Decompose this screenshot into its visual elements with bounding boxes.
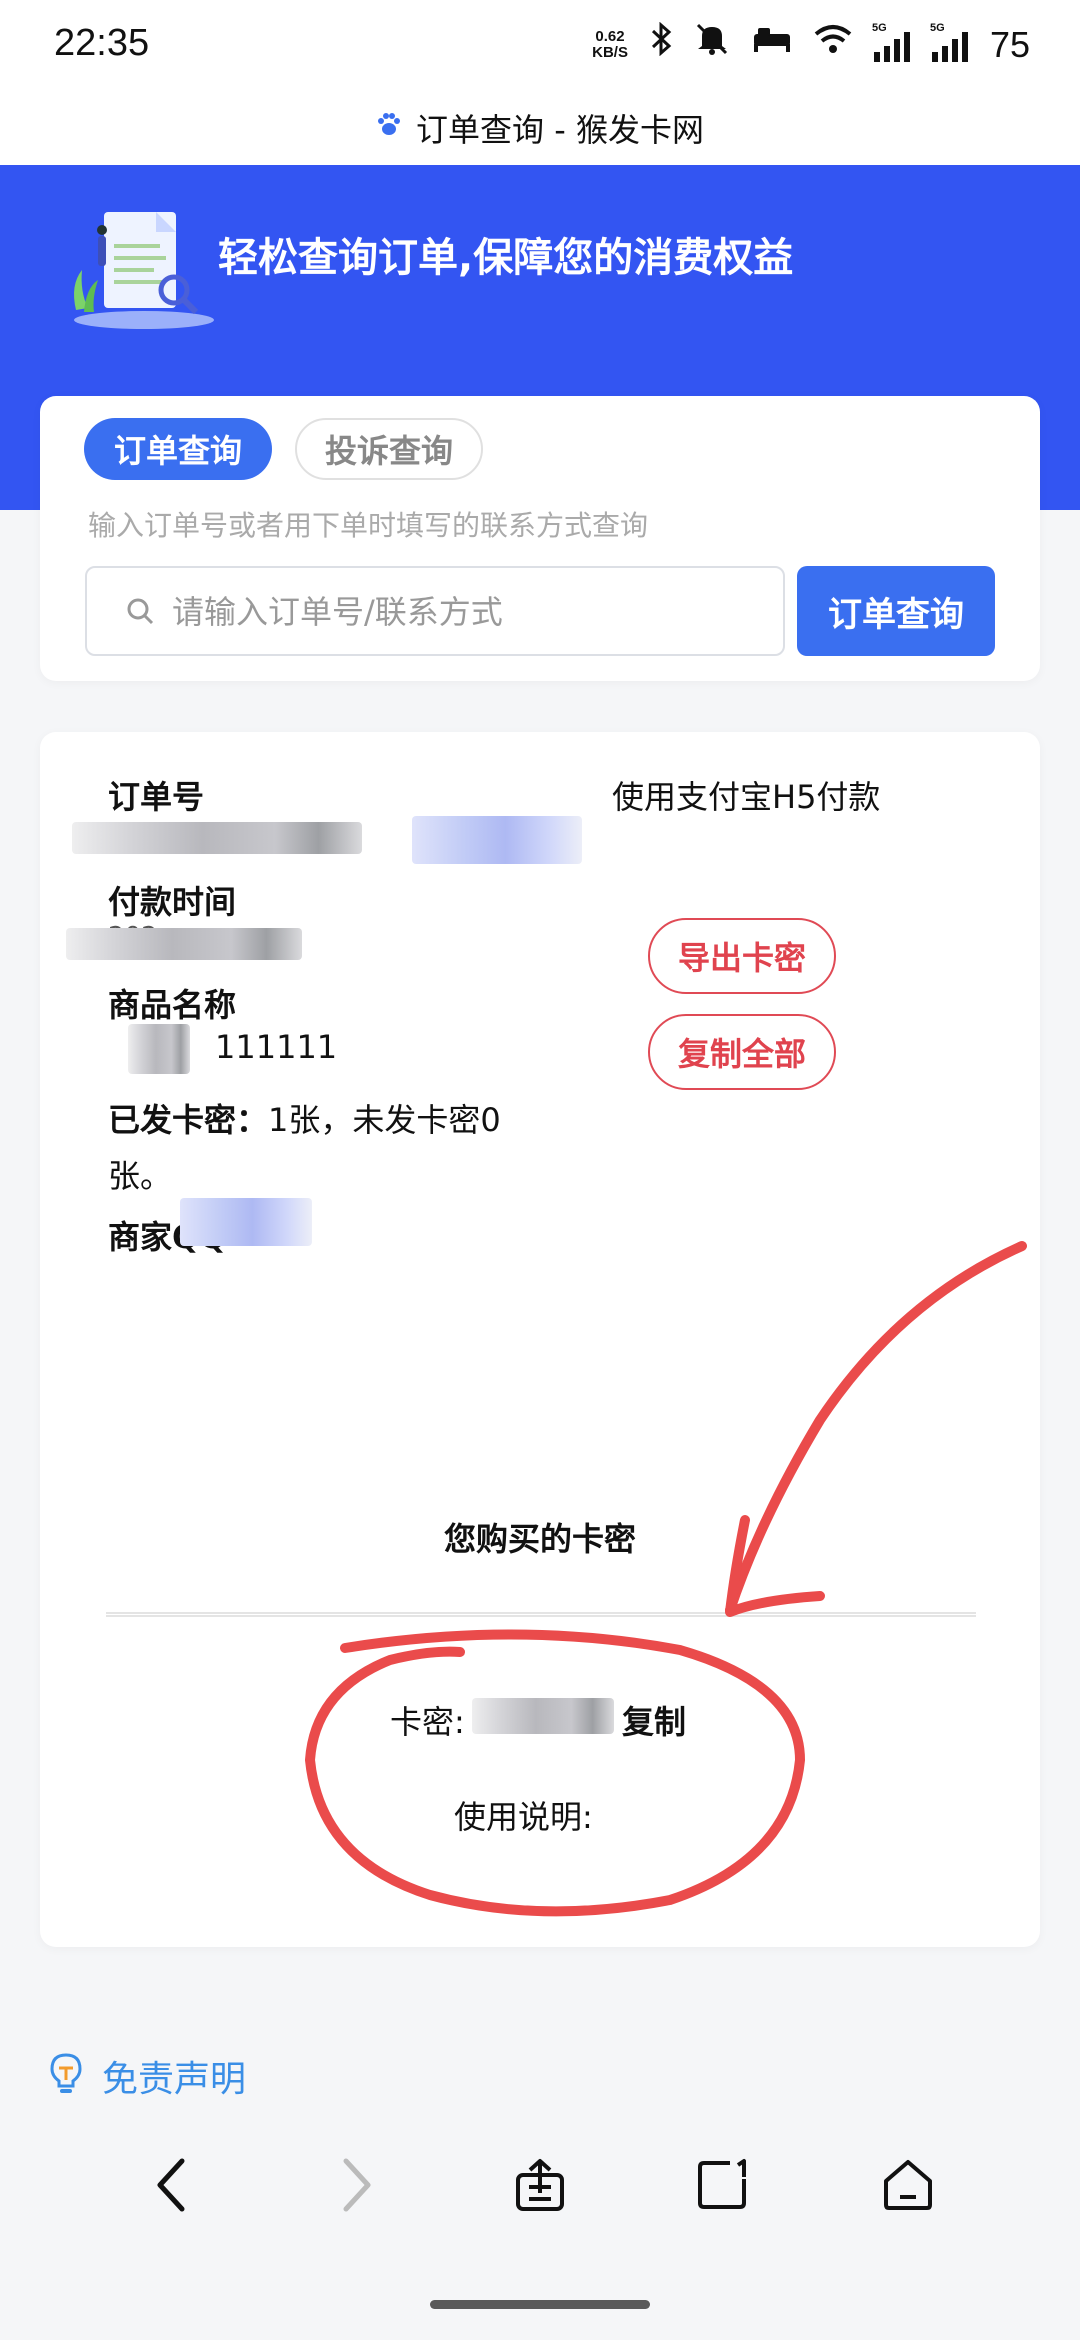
disclaimer-link[interactable]: 免责声明	[46, 2050, 246, 2102]
battery-level: 75	[989, 23, 1030, 65]
product-name-label: 商品名称	[108, 986, 237, 1024]
section-title: 您购买的卡密	[443, 1520, 636, 1558]
status-time: 22:35	[54, 22, 150, 64]
network-speed-value: 0.62	[595, 27, 625, 45]
forward-icon	[343, 2158, 371, 2212]
share-icon	[516, 2159, 564, 2211]
search-card: 订单查询 投诉查询 输入订单号或者用下单时填写的联系方式查询 订单查询	[40, 396, 1040, 681]
bluetooth-icon	[650, 21, 672, 67]
back-icon	[157, 2158, 185, 2212]
usage-instructions-label: 使用说明:	[454, 1798, 593, 1836]
signal-icon: 5G	[930, 22, 968, 62]
card-secret-label: 卡密:	[390, 1703, 465, 1741]
merchant-qq-redacted	[180, 1198, 312, 1246]
home-button[interactable]	[868, 2145, 948, 2225]
home-indicator[interactable]	[430, 2300, 650, 2309]
browser-title-bar: 订单查询 - 猴发卡网	[0, 90, 1080, 165]
order-query-button[interactable]: 订单查询	[797, 566, 995, 656]
banner-slogan: 轻松查询订单,保障您的消费权益	[218, 235, 794, 281]
wifi-icon	[814, 24, 852, 65]
signal-label: 5G	[929, 21, 945, 34]
divider	[106, 1612, 976, 1617]
copy-all-button[interactable]: 复制全部	[648, 1014, 836, 1090]
lightbulb-icon	[46, 2052, 86, 2100]
page-title: 订单查询 - 猴发卡网	[416, 110, 704, 149]
browser-nav-bar	[0, 2120, 1080, 2250]
status-icons: 0.62 KB/S 5G 5G 75	[592, 22, 1030, 67]
tab-order-query[interactable]: 订单查询	[84, 418, 272, 480]
tab-complaint-query[interactable]: 投诉查询	[295, 418, 483, 480]
signal-icon: 5G	[872, 22, 910, 62]
order-number-value-redacted	[72, 822, 362, 854]
payment-account-redacted	[412, 816, 582, 864]
back-button[interactable]	[132, 2145, 212, 2225]
payment-time-label: 付款时间	[108, 883, 237, 921]
export-card-secret-button[interactable]: 导出卡密	[648, 918, 836, 994]
payment-method: 使用支付宝H5付款	[612, 778, 881, 816]
product-name-redacted	[128, 1024, 190, 1074]
sleep-mode-icon	[752, 24, 792, 65]
network-speed-unit: KB/S	[592, 43, 628, 61]
tabs-icon	[698, 2159, 746, 2209]
signal-label: 5G	[871, 21, 887, 34]
issued-label: 已发卡密：	[108, 1101, 269, 1139]
payment-time-value-redacted	[66, 928, 302, 960]
share-button[interactable]	[500, 2145, 580, 2225]
order-number-label: 订单号	[108, 778, 205, 816]
copy-card-secret-button[interactable]: 复制	[622, 1697, 686, 1743]
product-name-suffix: 111111	[215, 1028, 338, 1066]
issued-card-info: 已发卡密：1张，未发卡密0张。	[108, 1092, 548, 1204]
search-hint: 输入订单号或者用下单时填写的联系方式查询	[88, 509, 649, 542]
order-result-card: 订单号 使用支付宝H5付款 付款时间 202 导出卡密 商品名称 111111 …	[40, 732, 1040, 1947]
search-input[interactable]	[172, 586, 762, 638]
home-icon	[884, 2160, 932, 2210]
card-secret-redacted	[472, 1698, 614, 1734]
network-speed: 0.62 KB/S	[592, 27, 628, 61]
forward-button[interactable]	[316, 2145, 396, 2225]
document-search-illustration	[64, 200, 224, 335]
search-icon	[125, 596, 155, 626]
disclaimer-text: 免责声明	[102, 2059, 247, 2100]
tabs-button[interactable]	[684, 2145, 764, 2225]
paw-icon	[376, 111, 402, 144]
search-box[interactable]	[85, 566, 785, 656]
status-bar: 22:35 0.62 KB/S 5G 5G 75	[0, 0, 1080, 90]
mute-icon	[694, 22, 730, 67]
